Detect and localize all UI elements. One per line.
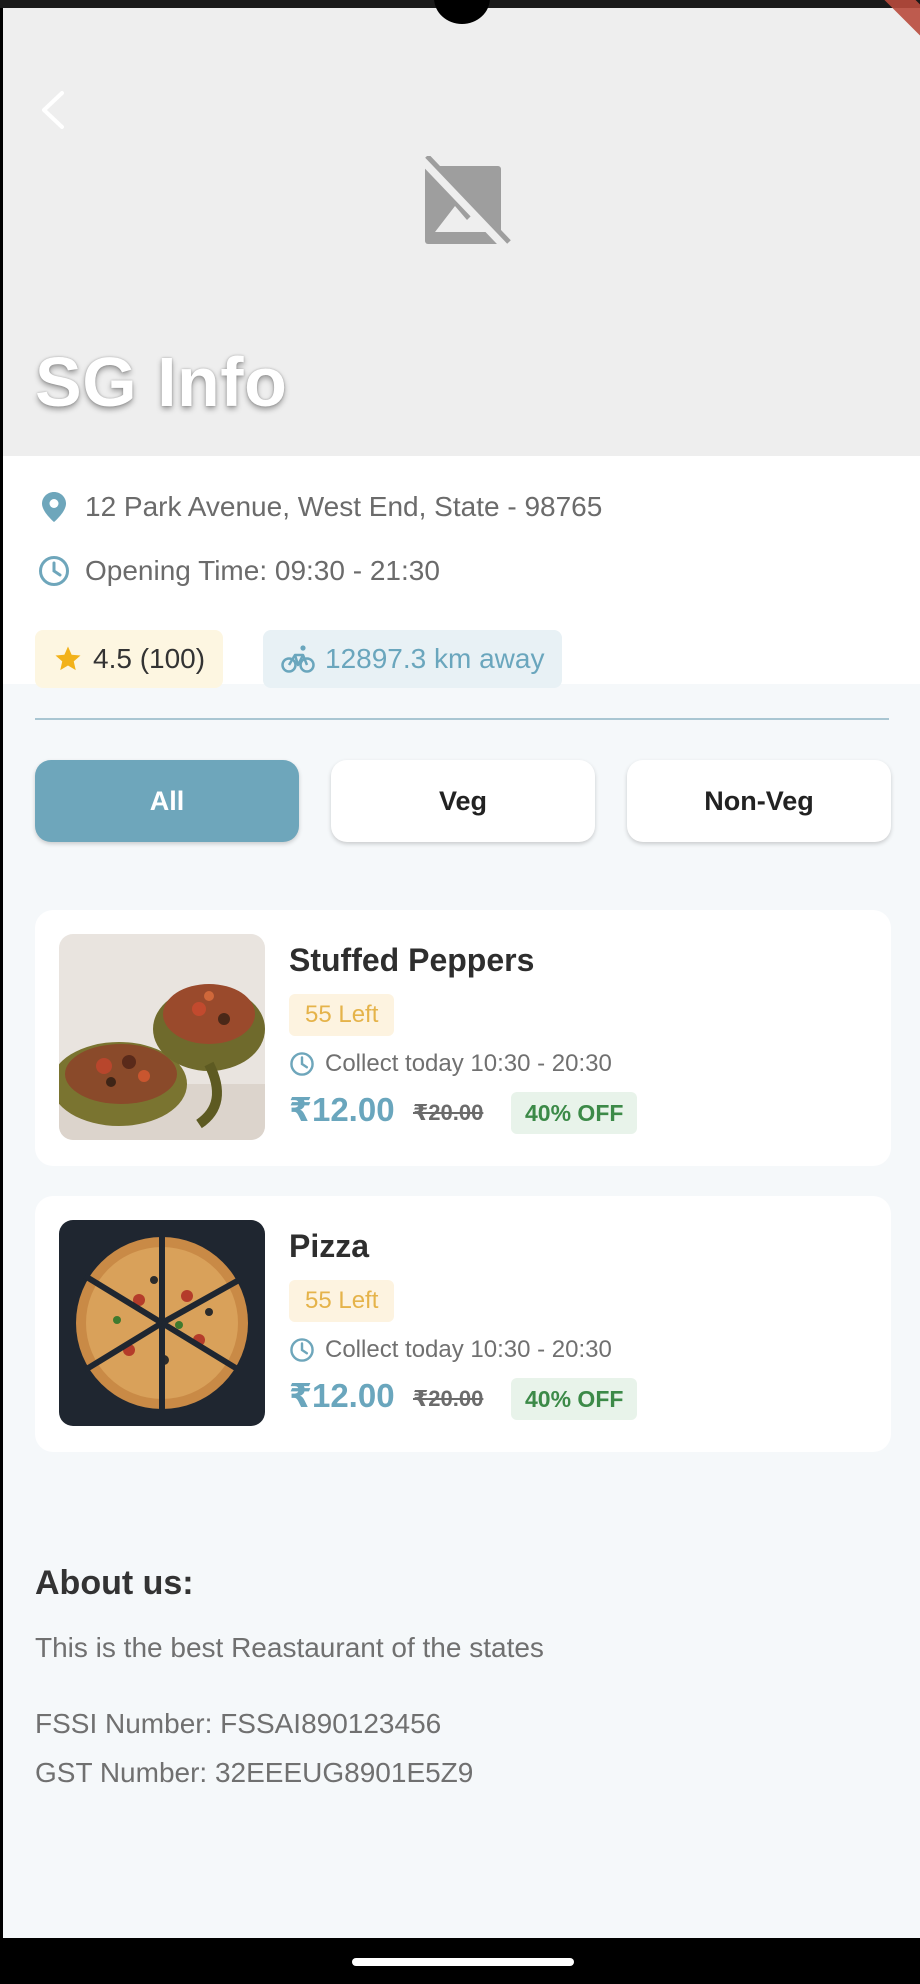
collect-time-text: Collect today 10:30 - 20:30: [325, 1336, 612, 1363]
discount-badge: 40% OFF: [511, 1092, 638, 1134]
item-original-price: ₹20.00: [413, 1100, 484, 1125]
gst-number: GST Number: 32EEEUG8901E5Z9: [35, 1757, 474, 1788]
item-price: ₹12.00: [289, 1091, 395, 1128]
restaurant-title: SG Info: [35, 343, 288, 421]
restaurant-info: 12 Park Avenue, West End, State - 98765 …: [3, 456, 920, 688]
distance-badge: 12897.3 km away: [263, 630, 563, 688]
collect-time: Collect today 10:30 - 20:30: [289, 1336, 612, 1364]
stock-badge: 55 Left: [289, 1280, 395, 1322]
chevron-left-icon: [42, 91, 64, 129]
item-original-price: ₹20.00: [413, 1386, 484, 1411]
fssai-number: FSSI Number: FSSAI890123456: [35, 1708, 442, 1739]
stuffed-peppers-image: [59, 934, 265, 1140]
clock-icon: [290, 1052, 314, 1076]
filter-nonveg-button[interactable]: Non-Veg: [627, 760, 891, 842]
rating-text: 4.5 (100): [93, 643, 206, 674]
star-icon: [55, 646, 81, 671]
item-name: Pizza: [289, 1228, 370, 1264]
rating-badge: 4.5 (100): [35, 630, 224, 688]
food-item-card[interactable]: Stuffed Peppers 55 Left Collect today 10…: [35, 910, 891, 1166]
clock-icon: [37, 554, 71, 588]
pizza-image: [59, 1220, 265, 1426]
about-description: This is the best Reastaurant of the stat…: [35, 1632, 544, 1663]
food-filter-tabs: All Veg Non-Veg: [35, 760, 891, 844]
collect-time-text: Collect today 10:30 - 20:30: [325, 1050, 612, 1077]
location-pin-icon: [37, 490, 71, 524]
broken-image-icon: [419, 154, 511, 254]
distance-text: 12897.3 km away: [325, 643, 545, 674]
opening-time-row: Opening Time: 09:30 - 21:30: [37, 554, 440, 588]
stock-badge: 55 Left: [289, 994, 395, 1036]
filter-all-button[interactable]: All: [35, 760, 299, 842]
back-button[interactable]: [29, 82, 77, 138]
discount-badge: 40% OFF: [511, 1378, 638, 1420]
bicycle-icon: [281, 645, 315, 673]
clock-icon: [290, 1338, 314, 1362]
food-item-card[interactable]: Pizza 55 Left Collect today 10:30 - 20:3…: [35, 1196, 891, 1452]
about-heading: About us:: [35, 1564, 194, 1602]
address-row: 12 Park Avenue, West End, State - 98765: [37, 490, 602, 524]
item-name: Stuffed Peppers: [289, 942, 535, 978]
restaurant-screen: SG Info 12 Park Avenue, West End, State …: [3, 8, 920, 1938]
home-indicator[interactable]: [352, 1958, 574, 1966]
section-divider: [35, 718, 889, 720]
collect-time: Collect today 10:30 - 20:30: [289, 1050, 612, 1078]
item-price: ₹12.00: [289, 1377, 395, 1414]
address-text: 12 Park Avenue, West End, State - 98765: [85, 491, 603, 522]
filter-veg-button[interactable]: Veg: [331, 760, 595, 842]
opening-time-text: Opening Time: 09:30 - 21:30: [85, 555, 440, 586]
hero-header: SG Info: [3, 8, 920, 456]
